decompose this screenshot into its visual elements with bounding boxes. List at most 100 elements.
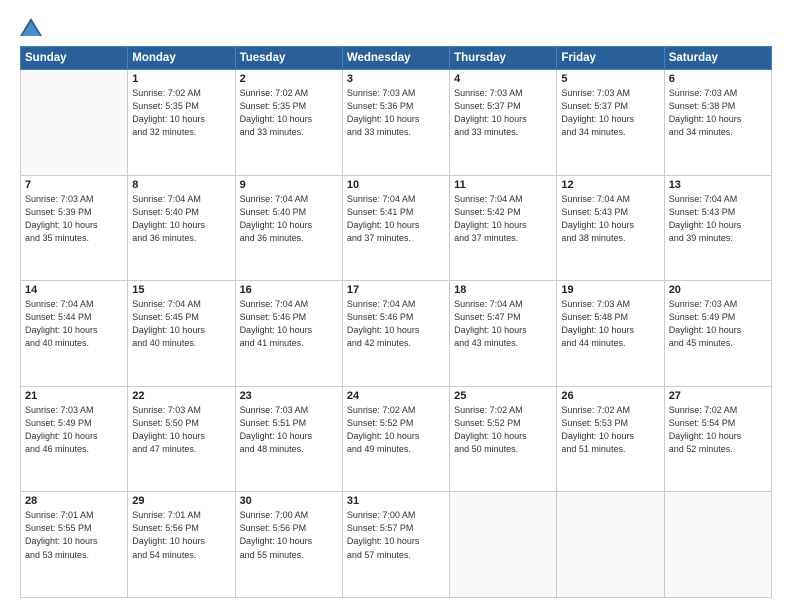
calendar-cell: 1 Sunrise: 7:02 AMSunset: 5:35 PMDaylight… xyxy=(128,70,235,176)
day-number: 1 xyxy=(132,73,230,85)
calendar-cell xyxy=(450,492,557,598)
day-number: 12 xyxy=(561,179,659,191)
day-info: Sunrise: 7:00 AMSunset: 5:57 PMDaylight:… xyxy=(347,509,445,561)
calendar-cell: 20 Sunrise: 7:03 AMSunset: 5:49 PMDayligh… xyxy=(664,281,771,387)
day-info: Sunrise: 7:01 AMSunset: 5:56 PMDaylight:… xyxy=(132,509,230,561)
day-info: Sunrise: 7:04 AMSunset: 5:40 PMDaylight:… xyxy=(132,193,230,245)
calendar-cell xyxy=(21,70,128,176)
day-number: 14 xyxy=(25,284,123,296)
day-number: 4 xyxy=(454,73,552,85)
day-number: 8 xyxy=(132,179,230,191)
calendar-week-2: 7Sunrise: 7:03 AMSunset: 5:39 PMDaylight… xyxy=(21,175,772,281)
calendar-cell: 18 Sunrise: 7:04 AMSunset: 5:47 PMDayligh… xyxy=(450,281,557,387)
day-info: Sunrise: 7:03 AMSunset: 5:51 PMDaylight:… xyxy=(240,404,338,456)
calendar-header-monday: Monday xyxy=(128,47,235,70)
day-info: Sunrise: 7:02 AMSunset: 5:53 PMDaylight:… xyxy=(561,404,659,456)
calendar-cell: 29 Sunrise: 7:01 AMSunset: 5:56 PMDayligh… xyxy=(128,492,235,598)
day-number: 20 xyxy=(669,284,767,296)
day-info: Sunrise: 7:04 AMSunset: 5:47 PMDaylight:… xyxy=(454,298,552,350)
day-info: Sunrise: 7:03 AMSunset: 5:37 PMDaylight:… xyxy=(454,87,552,139)
calendar-header-saturday: Saturday xyxy=(664,47,771,70)
day-info: Sunrise: 7:03 AMSunset: 5:48 PMDaylight:… xyxy=(561,298,659,350)
day-number: 25 xyxy=(454,390,552,402)
calendar-cell: 6 Sunrise: 7:03 AMSunset: 5:38 PMDaylight… xyxy=(664,70,771,176)
day-number: 30 xyxy=(240,495,338,507)
day-info: Sunrise: 7:03 AMSunset: 5:49 PMDaylight:… xyxy=(669,298,767,350)
day-number: 31 xyxy=(347,495,445,507)
calendar-week-3: 14 Sunrise: 7:04 AMSunset: 5:44 PMDayligh… xyxy=(21,281,772,387)
day-info: Sunrise: 7:02 AMSunset: 5:52 PMDaylight:… xyxy=(454,404,552,456)
day-number: 16 xyxy=(240,284,338,296)
calendar-header-thursday: Thursday xyxy=(450,47,557,70)
calendar-cell: 19 Sunrise: 7:03 AMSunset: 5:48 PMDayligh… xyxy=(557,281,664,387)
day-number: 2 xyxy=(240,73,338,85)
day-info: Sunrise: 7:04 AMSunset: 5:45 PMDaylight:… xyxy=(132,298,230,350)
calendar-week-4: 21Sunrise: 7:03 AMSunset: 5:49 PMDayligh… xyxy=(21,386,772,492)
day-info: Sunrise: 7:04 AMSunset: 5:44 PMDaylight:… xyxy=(25,298,123,350)
calendar-cell: 12 Sunrise: 7:04 AMSunset: 5:43 PMDayligh… xyxy=(557,175,664,281)
calendar-cell: 11 Sunrise: 7:04 AMSunset: 5:42 PMDayligh… xyxy=(450,175,557,281)
day-number: 24 xyxy=(347,390,445,402)
day-info: Sunrise: 7:02 AMSunset: 5:54 PMDaylight:… xyxy=(669,404,767,456)
calendar-header-wednesday: Wednesday xyxy=(342,47,449,70)
calendar-cell: 26 Sunrise: 7:02 AMSunset: 5:53 PMDayligh… xyxy=(557,386,664,492)
calendar-header-sunday: Sunday xyxy=(21,47,128,70)
day-info: Sunrise: 7:03 AMSunset: 5:50 PMDaylight:… xyxy=(132,404,230,456)
logo-icon xyxy=(20,18,42,36)
day-info: Sunrise: 7:03 AMSunset: 5:38 PMDaylight:… xyxy=(669,87,767,139)
day-info: Sunrise: 7:04 AMSunset: 5:42 PMDaylight:… xyxy=(454,193,552,245)
calendar-cell: 5Sunrise: 7:03 AMSunset: 5:37 PMDaylight… xyxy=(557,70,664,176)
day-number: 7 xyxy=(25,179,123,191)
calendar-cell: 4 Sunrise: 7:03 AMSunset: 5:37 PMDaylight… xyxy=(450,70,557,176)
calendar-cell: 22 Sunrise: 7:03 AMSunset: 5:50 PMDayligh… xyxy=(128,386,235,492)
day-info: Sunrise: 7:04 AMSunset: 5:41 PMDaylight:… xyxy=(347,193,445,245)
day-number: 11 xyxy=(454,179,552,191)
logo xyxy=(20,18,44,36)
day-number: 29 xyxy=(132,495,230,507)
calendar-cell: 28Sunrise: 7:01 AMSunset: 5:55 PMDayligh… xyxy=(21,492,128,598)
day-info: Sunrise: 7:00 AMSunset: 5:56 PMDaylight:… xyxy=(240,509,338,561)
day-number: 19 xyxy=(561,284,659,296)
day-number: 27 xyxy=(669,390,767,402)
day-info: Sunrise: 7:04 AMSunset: 5:40 PMDaylight:… xyxy=(240,193,338,245)
calendar-table: SundayMondayTuesdayWednesdayThursdayFrid… xyxy=(20,46,772,598)
header xyxy=(20,18,772,36)
day-number: 15 xyxy=(132,284,230,296)
calendar-cell: 10 Sunrise: 7:04 AMSunset: 5:41 PMDayligh… xyxy=(342,175,449,281)
calendar-cell: 9Sunrise: 7:04 AMSunset: 5:40 PMDaylight… xyxy=(235,175,342,281)
calendar-cell: 13 Sunrise: 7:04 AMSunset: 5:43 PMDayligh… xyxy=(664,175,771,281)
calendar-cell: 21Sunrise: 7:03 AMSunset: 5:49 PMDayligh… xyxy=(21,386,128,492)
calendar-cell: 16 Sunrise: 7:04 AMSunset: 5:46 PMDayligh… xyxy=(235,281,342,387)
calendar-cell: 17Sunrise: 7:04 AMSunset: 5:46 PMDayligh… xyxy=(342,281,449,387)
day-info: Sunrise: 7:02 AMSunset: 5:35 PMDaylight:… xyxy=(132,87,230,139)
calendar-cell: 24 Sunrise: 7:02 AMSunset: 5:52 PMDayligh… xyxy=(342,386,449,492)
day-info: Sunrise: 7:03 AMSunset: 5:37 PMDaylight:… xyxy=(561,87,659,139)
day-number: 13 xyxy=(669,179,767,191)
day-number: 6 xyxy=(669,73,767,85)
calendar-cell: 15 Sunrise: 7:04 AMSunset: 5:45 PMDayligh… xyxy=(128,281,235,387)
calendar-cell: 23Sunrise: 7:03 AMSunset: 5:51 PMDayligh… xyxy=(235,386,342,492)
calendar-cell: 14 Sunrise: 7:04 AMSunset: 5:44 PMDayligh… xyxy=(21,281,128,387)
calendar-header-friday: Friday xyxy=(557,47,664,70)
page: SundayMondayTuesdayWednesdayThursdayFrid… xyxy=(0,0,792,612)
day-number: 22 xyxy=(132,390,230,402)
day-info: Sunrise: 7:04 AMSunset: 5:46 PMDaylight:… xyxy=(347,298,445,350)
calendar-cell: 7Sunrise: 7:03 AMSunset: 5:39 PMDaylight… xyxy=(21,175,128,281)
calendar-cell xyxy=(664,492,771,598)
day-number: 10 xyxy=(347,179,445,191)
day-number: 18 xyxy=(454,284,552,296)
calendar-header-row: SundayMondayTuesdayWednesdayThursdayFrid… xyxy=(21,47,772,70)
day-info: Sunrise: 7:04 AMSunset: 5:43 PMDaylight:… xyxy=(669,193,767,245)
day-number: 26 xyxy=(561,390,659,402)
day-info: Sunrise: 7:02 AMSunset: 5:35 PMDaylight:… xyxy=(240,87,338,139)
calendar-cell: 27 Sunrise: 7:02 AMSunset: 5:54 PMDayligh… xyxy=(664,386,771,492)
day-info: Sunrise: 7:03 AMSunset: 5:49 PMDaylight:… xyxy=(25,404,123,456)
day-info: Sunrise: 7:04 AMSunset: 5:43 PMDaylight:… xyxy=(561,193,659,245)
calendar-cell xyxy=(557,492,664,598)
calendar-cell: 2 Sunrise: 7:02 AMSunset: 5:35 PMDaylight… xyxy=(235,70,342,176)
day-info: Sunrise: 7:04 AMSunset: 5:46 PMDaylight:… xyxy=(240,298,338,350)
day-info: Sunrise: 7:03 AMSunset: 5:36 PMDaylight:… xyxy=(347,87,445,139)
calendar-header-tuesday: Tuesday xyxy=(235,47,342,70)
day-info: Sunrise: 7:02 AMSunset: 5:52 PMDaylight:… xyxy=(347,404,445,456)
day-number: 28 xyxy=(25,495,123,507)
